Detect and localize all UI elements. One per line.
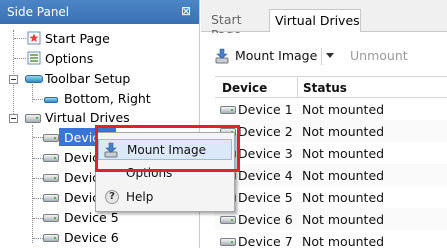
device-name: Device 3 — [238, 146, 293, 161]
drive-icon — [25, 114, 41, 123]
drive-icon — [43, 154, 59, 162]
toolbar-icon — [44, 97, 58, 103]
column-divider[interactable] — [297, 77, 298, 98]
tree-item-start-page[interactable]: Start Page — [0, 29, 199, 48]
table-row[interactable]: Device 7 Not mounted — [215, 230, 447, 248]
table-row[interactable]: Device 4 Not mounted — [215, 164, 447, 186]
device-name: Device 6 — [238, 212, 293, 227]
page-icon — [27, 31, 41, 45]
table-header: Device Status — [215, 76, 447, 98]
device-status: Not mounted — [302, 102, 385, 117]
device-status: Not mounted — [302, 190, 385, 205]
device-status: Not mounted — [302, 124, 385, 139]
mount-image-button[interactable]: Mount Image — [211, 45, 321, 67]
tree-item-label: Device 5 — [64, 210, 119, 225]
options-icon — [27, 51, 41, 65]
table-row[interactable]: Device 3 Not mounted — [215, 142, 447, 164]
tree-item-options[interactable]: Options — [0, 49, 199, 68]
device-status: Not mounted — [302, 146, 385, 161]
drive-icon — [43, 134, 59, 142]
table-row[interactable]: Device 5 Not mounted — [215, 186, 447, 208]
tree-item-label: Bottom, Right — [64, 91, 151, 106]
toolbar: Mount Image Unmount — [201, 33, 447, 75]
device-status: Not mounted — [302, 212, 385, 227]
toolbar-icon — [25, 75, 43, 83]
drive-icon — [220, 216, 236, 224]
dropdown-arrow-icon[interactable] — [326, 53, 334, 58]
device-name: Device 5 — [238, 190, 293, 205]
mount-image-label: Mount Image — [235, 48, 318, 63]
column-header-device[interactable]: Device — [222, 81, 267, 95]
menu-item-label: Help — [126, 190, 154, 204]
drive-icon — [43, 234, 59, 242]
tree-item-label: Options — [45, 51, 94, 66]
collapse-icon[interactable] — [9, 114, 18, 123]
device-name: Device 4 — [238, 168, 293, 183]
collapse-icon[interactable] — [9, 75, 18, 84]
tree-item-toolbar-position[interactable]: Bottom, Right — [0, 89, 199, 108]
table-row[interactable]: Device 2 Not mounted — [215, 120, 447, 142]
drive-icon — [43, 214, 59, 222]
tree-item-device-6[interactable]: Device 6 — [0, 228, 199, 247]
device-name: Device 7 — [238, 234, 293, 248]
menu-item-help[interactable]: ? Help — [98, 187, 232, 208]
tree-item-label: Device 6 — [64, 230, 119, 245]
tree-item-toolbar-setup[interactable]: Toolbar Setup — [0, 69, 199, 88]
device-status: Not mounted — [302, 234, 385, 248]
close-icon[interactable]: ⊠ — [179, 4, 193, 18]
tree-item-label: Toolbar Setup — [45, 71, 131, 86]
annotation-highlight-box — [95, 125, 240, 172]
device-status: Not mounted — [302, 168, 385, 183]
device-name: Device 2 — [238, 124, 293, 139]
tab-strip: Start Page Virtual Drives — [201, 0, 447, 42]
tree-item-label: Virtual Drives — [45, 110, 130, 125]
table-row[interactable]: Device 1 Not mounted — [215, 98, 447, 120]
mount-arrow-icon — [215, 48, 229, 64]
drive-icon — [43, 174, 59, 182]
table-row[interactable]: Device 6 Not mounted — [215, 208, 447, 230]
drive-icon — [43, 194, 59, 202]
drive-icon — [220, 238, 236, 246]
side-panel-header: Side Panel ⊠ — [0, 0, 199, 24]
devices-table: Device Status Device 1 Not mounted Devic… — [215, 76, 447, 248]
column-header-status[interactable]: Status — [303, 81, 347, 95]
side-panel-title: Side Panel — [7, 5, 70, 19]
tree-item-label: Start Page — [45, 31, 110, 46]
toolbar-separator — [321, 48, 322, 65]
tab-label: Virtual Drives — [275, 13, 360, 28]
unmount-button[interactable]: Unmount — [350, 48, 408, 63]
tab-virtual-drives[interactable]: Virtual Drives — [269, 9, 361, 32]
help-icon: ? — [105, 190, 119, 204]
drive-icon — [220, 106, 236, 114]
device-name: Device 1 — [238, 102, 293, 117]
